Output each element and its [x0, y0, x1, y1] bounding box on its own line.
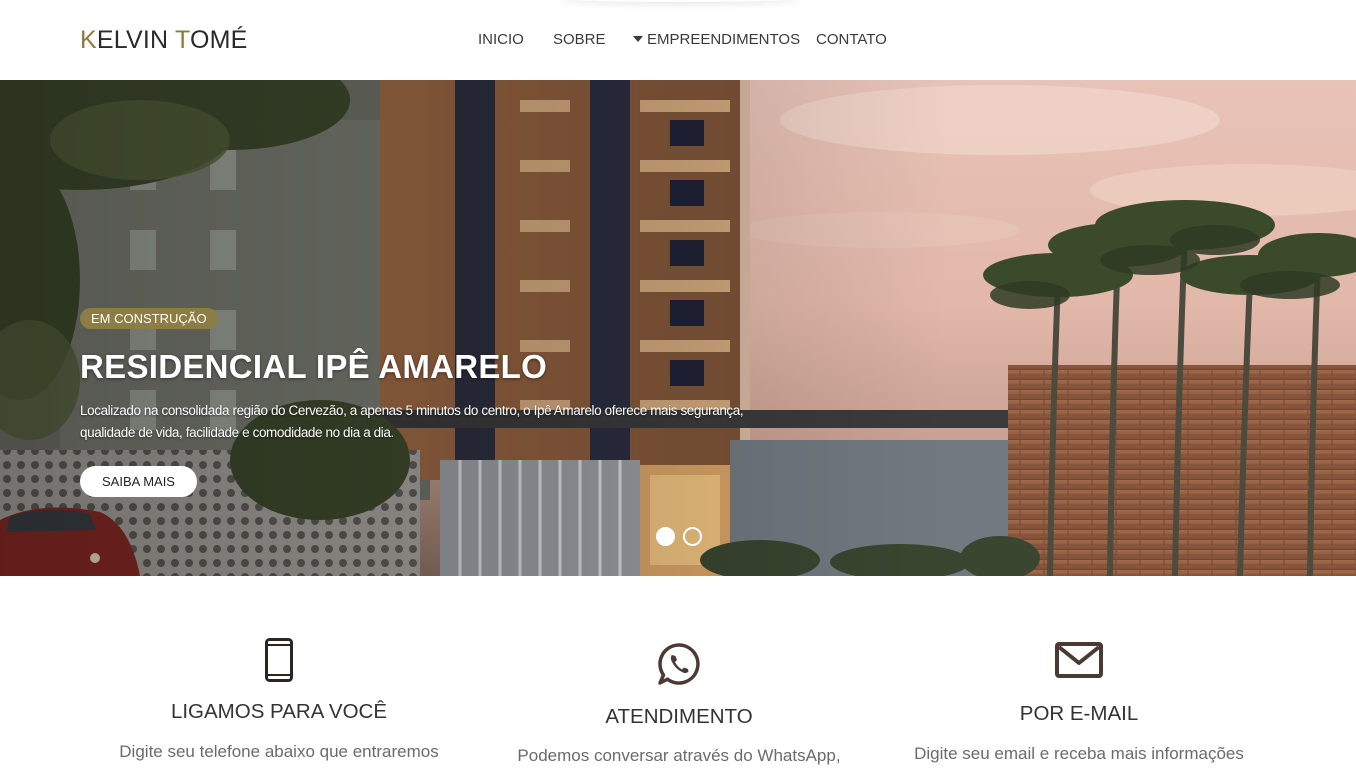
feature-description: Digite seu email e receba mais informaçõ…: [914, 744, 1244, 763]
feature-title: LIGAMOS PARA VOCÊ: [170, 700, 388, 723]
carousel-dot-1[interactable]: [656, 527, 675, 546]
caret-down-icon: [633, 36, 643, 42]
header-shadow-accent: [560, 0, 800, 2]
brand-logo[interactable]: KELVIN TOMÉ: [80, 26, 248, 55]
feature-title: POR E-MAIL: [1019, 702, 1139, 725]
logo-text-kelvin: ELVIN: [96, 26, 175, 54]
envelope-icon: [1055, 642, 1103, 683]
logo-initial-k: K: [80, 26, 97, 54]
hero-carousel: EM CONSTRUÇÃO RESIDENCIAL IPÊ AMARELO Lo…: [0, 80, 1356, 576]
saiba-mais-button[interactable]: SAIBA MAIS: [80, 466, 197, 497]
nav-item-empreendimentos[interactable]: EMPREENDIMENTOS: [633, 31, 800, 48]
status-badge: EM CONSTRUÇÃO: [80, 308, 218, 329]
feature-description: Podemos conversar através do WhatsApp,: [517, 746, 841, 765]
feature-description: Digite seu telefone abaixo que entraremo…: [119, 742, 439, 761]
hero-description: Localizado na consolidada região do Cerv…: [80, 403, 744, 440]
logo-initial-t: T: [174, 26, 190, 54]
whatsapp-icon: [657, 642, 701, 691]
smartphone-icon: [265, 638, 293, 687]
logo-text-tome: OMÉ: [190, 26, 248, 54]
site-header: KELVIN TOMÉ INICIO SOBRE EMPREENDIMENTOS…: [0, 0, 1356, 80]
nav-item-inicio[interactable]: INICIO: [478, 31, 524, 48]
hero-title: RESIDENCIAL IPÊ AMARELO: [80, 348, 548, 385]
feature-title: ATENDIMENTO: [605, 705, 753, 728]
nav-item-contato[interactable]: CONTATO: [816, 31, 887, 48]
carousel-dot-2[interactable]: [683, 527, 702, 546]
nav-item-sobre[interactable]: SOBRE: [553, 31, 606, 48]
nav-item-empreendimentos-label: EMPREENDIMENTOS: [647, 31, 801, 48]
